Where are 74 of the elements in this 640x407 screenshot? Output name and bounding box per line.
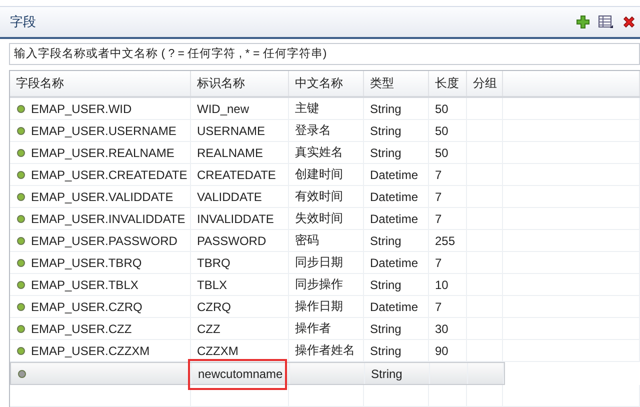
column-header[interactable]: 类型 — [364, 71, 429, 96]
table-cell: String — [370, 234, 402, 248]
table-cell: String — [370, 124, 402, 138]
table-cell: EMAP_USER.CZZXM — [31, 344, 150, 358]
table-cell: String — [371, 366, 402, 380]
table-cell: 50 — [435, 102, 448, 116]
table-icon[interactable] — [598, 15, 614, 29]
table-cell: 7 — [435, 190, 442, 204]
table-cell: EMAP_USER.INVALIDDATE — [31, 212, 186, 226]
table-cell: Datetime — [370, 300, 418, 314]
table-cell: String — [370, 278, 402, 292]
table-cell: newcutomname — [198, 366, 283, 380]
panel-title: 字段 — [10, 13, 36, 31]
table-cell: 50 — [435, 124, 448, 138]
table-cell: EMAP_USER.CZRQ — [31, 300, 142, 314]
table-cell: String — [370, 146, 402, 160]
delete-icon[interactable] — [622, 15, 636, 29]
table-cell: 30 — [435, 322, 448, 336]
table-cell: INVALIDDATE — [197, 212, 274, 226]
table-cell: EMAP_USER.TBRQ — [31, 256, 142, 270]
column-header[interactable]: 中文名称 — [289, 71, 364, 96]
table-cell: Datetime — [370, 168, 418, 182]
table-cell: TBLX — [197, 278, 228, 292]
table-cell: CZZXM — [197, 344, 238, 358]
column-header[interactable]: 标识名称 — [191, 71, 289, 96]
table-cell: 50 — [435, 146, 448, 160]
table-cell: 255 — [435, 234, 456, 248]
table-cell: String — [370, 344, 402, 358]
table-cell: 7 — [435, 300, 442, 314]
table-cell: CZRQ — [197, 300, 231, 314]
table-cell: VALIDDATE — [197, 190, 262, 204]
table-cell: String — [370, 102, 402, 116]
table-cell: EMAP_USER.PASSWORD — [31, 234, 178, 248]
table-cell: REALNAME — [197, 146, 264, 160]
table-cell: 主键 — [295, 100, 319, 117]
table-cell: PASSWORD — [197, 234, 266, 248]
table-cell: 7 — [435, 256, 442, 270]
table-cell: 真实姓名 — [295, 144, 343, 161]
table-cell: EMAP_USER.CREATEDATE — [31, 168, 188, 182]
table-cell: USERNAME — [197, 124, 266, 138]
table-cell: EMAP_USER.REALNAME — [31, 146, 174, 160]
table-cell: 创建时间 — [295, 166, 343, 183]
table-cell: 90 — [435, 344, 448, 358]
table-cell: EMAP_USER.USERNAME — [31, 124, 176, 138]
table-cell: Datetime — [370, 256, 418, 270]
table-cell: 失效时间 — [295, 210, 343, 227]
table-cell: 操作者 — [295, 320, 331, 337]
table-cell: Datetime — [370, 190, 418, 204]
table-cell: 操作日期 — [295, 298, 343, 315]
table-cell: 登录名 — [295, 122, 331, 139]
selected-row[interactable]: newcutomname String — [10, 362, 505, 385]
table-cell: EMAP_USER.TBLX — [31, 278, 138, 292]
table-cell: TBRQ — [197, 256, 230, 270]
table-cell: 10 — [435, 278, 448, 292]
table-cell: EMAP_USER.CZZ — [31, 322, 132, 336]
table-cell: WID_new — [197, 102, 250, 116]
column-header[interactable]: 长度 — [429, 71, 467, 96]
table-cell: EMAP_USER.WID — [31, 102, 132, 116]
table-cell: 操作者姓名 — [295, 342, 355, 359]
table-cell: CZZ — [197, 322, 220, 336]
add-icon[interactable] — [576, 15, 590, 29]
table-cell: 7 — [435, 168, 442, 182]
table-cell: EMAP_USER.VALIDDATE — [31, 190, 174, 204]
table-cell: 同步操作 — [295, 276, 343, 293]
table-cell: Datetime — [370, 212, 418, 226]
table-cell: CREATEDATE — [197, 168, 276, 182]
table-cell: String — [370, 322, 402, 336]
table-cell: 7 — [435, 212, 442, 226]
column-header[interactable]: 字段名称 — [10, 71, 191, 96]
column-header[interactable]: 分组 — [467, 71, 503, 96]
table-cell: 同步日期 — [295, 254, 343, 271]
table-cell: 有效时间 — [295, 188, 343, 205]
table-cell: 密码 — [295, 232, 319, 249]
filter-field[interactable]: 输入字段名称或者中文名称 ( ? = 任何字符 , * = 任何字符串) — [9, 43, 640, 65]
